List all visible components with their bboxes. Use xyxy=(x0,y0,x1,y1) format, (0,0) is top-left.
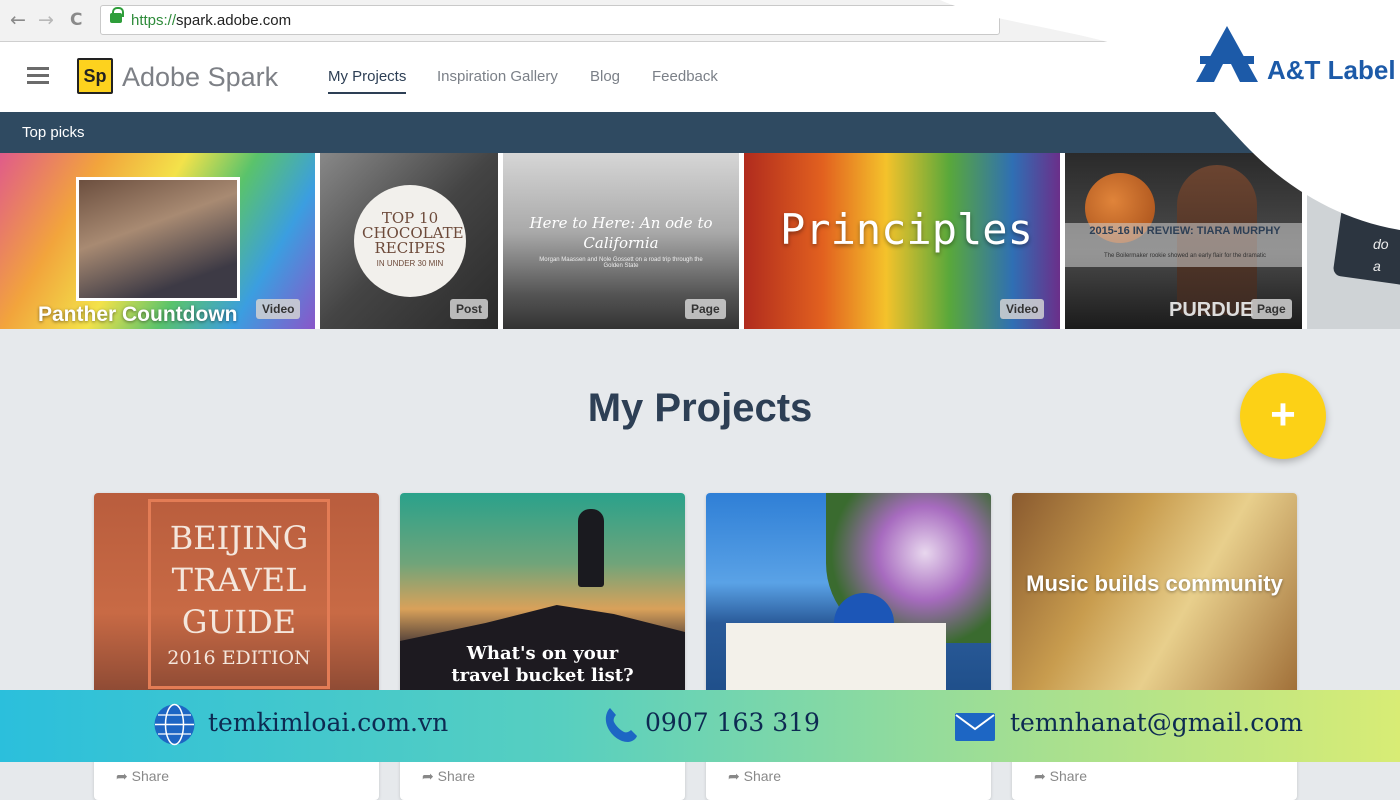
top-pick-caption: 2015-16 IN REVIEW: TIARA MURPHY xyxy=(1089,225,1281,237)
hamburger-menu-icon[interactable] xyxy=(27,67,49,85)
share-icon: ➦ xyxy=(422,768,438,784)
share-button[interactable]: ➦ Share xyxy=(116,768,169,785)
nav-inspiration-gallery[interactable]: Inspiration Gallery xyxy=(437,68,558,85)
top-pick-card[interactable]: 2015-16 IN REVIEW: TIARA MURPHY The Boil… xyxy=(1065,153,1302,329)
project-title: Music builds community xyxy=(1026,571,1283,596)
top-pick-card[interactable]: Panther Countdown Video xyxy=(0,153,315,329)
project-thumbnail: What's on your travel bucket list? xyxy=(400,493,685,695)
app-header: Sp Adobe Spark My Projects Inspiration G… xyxy=(0,42,1400,112)
back-button[interactable]: ← xyxy=(10,10,26,30)
browser-toolbar: ← → C https://spark.adobe.com xyxy=(0,0,1400,42)
share-icon: ➦ xyxy=(728,768,744,784)
globe-icon xyxy=(154,703,195,746)
type-badge: Page xyxy=(1251,299,1292,319)
nav-blog[interactable]: Blog xyxy=(590,68,620,85)
photo-frame xyxy=(76,177,240,301)
project-thumbnail xyxy=(706,493,991,693)
create-new-button[interactable]: + xyxy=(1240,373,1326,459)
top-pick-subtitle: Morgan Maassen and Nole Gossett on a roa… xyxy=(539,257,703,269)
nav-my-projects[interactable]: My Projects xyxy=(328,68,407,94)
recipe-label: TOP 10 CHOCOLATE RECIPES IN UNDER 30 MIN xyxy=(354,185,466,297)
project-thumbnail: BEIJING TRAVEL GUIDE 2016 EDITION xyxy=(94,493,379,693)
share-button[interactable]: ➦ Share xyxy=(422,768,475,785)
forward-button[interactable]: → xyxy=(38,10,54,30)
type-badge: Video xyxy=(1000,299,1045,319)
url-host: spark.adobe.com xyxy=(176,12,292,29)
top-pick-caption: Panther Countdown xyxy=(38,303,238,326)
type-badge: Page xyxy=(685,299,726,319)
top-pick-card[interactable]: do a xyxy=(1307,153,1400,329)
spark-logo-icon[interactable]: Sp xyxy=(77,58,113,94)
reload-button[interactable]: C xyxy=(70,10,82,30)
email-text[interactable]: temnhanat@gmail.com xyxy=(1010,708,1303,737)
brand-name: A&T Label xyxy=(1267,55,1396,85)
top-picks-title: Top picks xyxy=(22,124,85,141)
website-text[interactable]: temkimloai.com.vn xyxy=(208,708,448,737)
project-thumbnail: Music builds community xyxy=(1012,493,1297,693)
email-icon xyxy=(955,713,995,741)
lock-icon xyxy=(110,7,124,23)
jersey-text: PURDUE xyxy=(1169,299,1254,321)
share-button[interactable]: ➦ Share xyxy=(728,768,781,785)
top-pick-card[interactable]: Principles Video xyxy=(744,153,1060,329)
top-picks-bar: Top picks xyxy=(0,112,1400,153)
phone-text[interactable]: 0907 163 319 xyxy=(645,708,820,737)
address-bar[interactable]: https://spark.adobe.com xyxy=(100,5,1000,35)
url-scheme: https:// xyxy=(131,12,177,29)
top-picks-row: Panther Countdown Video TOP 10 CHOCOLATE… xyxy=(0,153,1400,329)
share-icon: ➦ xyxy=(1034,768,1050,784)
top-pick-card[interactable]: TOP 10 CHOCOLATE RECIPES IN UNDER 30 MIN… xyxy=(320,153,498,329)
top-pick-card[interactable]: Here to Here: An ode to California Morga… xyxy=(503,153,739,329)
type-badge: Video xyxy=(256,299,301,319)
top-pick-caption: Principles xyxy=(780,205,1033,254)
app-name[interactable]: Adobe Spark xyxy=(122,62,278,93)
nav-feedback[interactable]: Feedback xyxy=(652,68,718,85)
contact-banner: temkimloai.com.vn 0907 163 319 temnhanat… xyxy=(0,690,1400,762)
type-badge: Post xyxy=(450,299,489,319)
share-icon: ➦ xyxy=(116,768,132,784)
page-title: My Projects xyxy=(587,386,813,430)
top-pick-caption: do a xyxy=(1373,236,1389,274)
brand-logo-icon xyxy=(1196,26,1258,82)
share-button[interactable]: ➦ Share xyxy=(1034,768,1087,785)
top-pick-subtitle: The Boilermaker rookie showed an early f… xyxy=(1103,253,1267,259)
top-pick-caption: Here to Here: An ode to California xyxy=(529,214,713,252)
phone-icon xyxy=(605,708,637,742)
